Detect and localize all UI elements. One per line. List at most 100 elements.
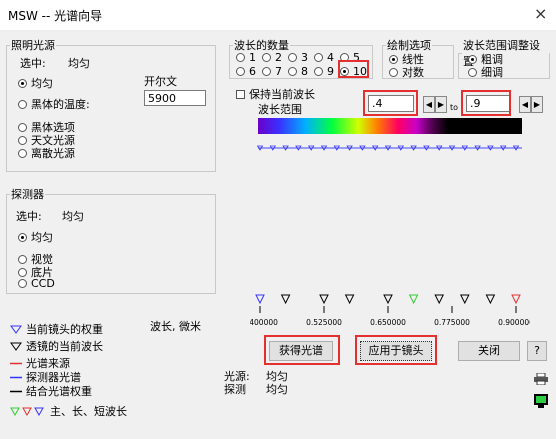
illumination-legend: 照明光源 [11,39,55,52]
radio-icon [18,79,27,88]
illum-option-discrete[interactable]: 离散光源 [18,145,75,161]
highlight-get-spectrum [264,335,340,365]
illum-option-blackbody[interactable]: 黑体的温度: [18,96,90,112]
illum-option-uniform[interactable]: 均匀 [18,75,53,91]
wavelength-legend-icon [10,341,22,354]
radio-icon [18,255,27,264]
radio-icon [262,67,271,76]
primary-long-short-legend-icon [10,406,46,419]
window-title: MSW -- 光谱向导 [8,9,103,23]
radio-icon [236,53,245,62]
range-from-right-arrow-icon[interactable]: ▶ [435,96,447,113]
illum-selected-label: 选中: [20,57,46,70]
wavelength-marker[interactable] [459,294,470,305]
highlight-range-to [461,90,511,116]
range-adjust-fine[interactable]: 细调 [468,64,503,80]
wavelength-count-option-9[interactable]: 9 [314,65,334,78]
x-tick-label: 0.400000 [250,318,278,327]
detector-legend: 探测器 [11,188,44,201]
wavelength-count-label: 2 [275,51,282,64]
x-tick-label: 0.900000 [498,318,530,327]
wavelength-count-label: 7 [275,65,282,78]
radio-icon [18,136,27,145]
radio-icon [314,53,323,62]
plot-option-log[interactable]: 对数 [389,64,424,80]
wavelength-marker[interactable] [383,294,393,305]
kelvin-input[interactable]: 5900 [144,90,206,106]
detector-selected-value: 均匀 [62,210,84,223]
range-to-label: to [450,103,459,112]
wavelength-count-option-6[interactable]: 6 [236,65,256,78]
status-detector-label: 探测 [224,383,246,396]
highlight-apply [355,335,437,365]
wavelength-count-label: 4 [327,51,334,64]
legend-item: 主、长、短波长 [10,403,127,419]
radio-icon [389,68,398,77]
close-icon[interactable]: × [534,4,547,23]
radio-icon [18,100,27,109]
monitor-icon[interactable] [534,394,548,408]
help-button[interactable]: ? [527,341,547,361]
legend-label: 当前镜头的权重 [26,323,103,336]
x-tick-label: 0.775000 [434,318,470,327]
kelvin-label: 开尔文 [144,75,177,88]
wavelength-marker[interactable] [485,294,496,305]
x-axis-label: 波长, 微米 [150,320,201,333]
wavelength-count-label: 6 [249,65,256,78]
wavelength-marker[interactable] [511,294,521,305]
highlight-range-from [363,90,418,116]
close-button[interactable]: 关闭 [458,341,520,361]
radio-icon [314,67,323,76]
lens-weight-legend-icon [10,324,22,337]
printer-icon[interactable] [534,373,548,385]
detector-option-uniform[interactable]: 均匀 [18,229,53,245]
legend-label: 结合光谱权重 [26,385,92,398]
legend-label: 透镜的当前波长 [26,340,103,353]
spectrum-color-bar [258,118,522,134]
radio-icon [288,67,297,76]
wavelength-count-label: 3 [301,51,308,64]
radio-icon [18,233,27,242]
status-detector-value: 均匀 [266,383,288,396]
wavelength-marker[interactable] [280,294,291,305]
radio-icon [18,268,27,277]
range-to-left-arrow-icon[interactable]: ◀ [519,96,531,113]
wavelength-count-option-8[interactable]: 8 [288,65,308,78]
x-tick-label: 0.650000 [370,318,406,327]
detector-option-ccd[interactable]: CCD [18,277,55,290]
radio-icon [18,123,27,132]
wavelength-marker[interactable] [255,294,265,305]
radio-icon [18,149,27,158]
keep-current-checkbox[interactable]: 保持当前波长 [236,86,315,102]
wavelength-count-option-4[interactable]: 4 [314,51,334,64]
range-to-right-arrow-icon[interactable]: ▶ [531,96,543,113]
wavelength-count-option-3[interactable]: 3 [288,51,308,64]
wavelength-marker[interactable] [319,294,329,305]
radio-icon [288,53,297,62]
radio-icon [236,67,245,76]
spectrum-plot: 0.400000 0.525000 0.650000 0.775000 0.900000 [250,118,530,327]
radio-icon [389,55,398,64]
wavelength-count-label: 8 [301,65,308,78]
legend-item: 透镜的当前波长 [10,338,103,354]
wavelength-marker[interactable] [408,294,419,305]
wavelength-marker[interactable] [344,294,355,305]
wavelength-count-option-2[interactable]: 2 [262,51,282,64]
illum-selected-value: 均匀 [68,57,90,70]
detector-selected-label: 选中: [16,210,42,223]
x-tick-label: 0.525000 [306,318,342,327]
legend-label: 主、长、短波长 [50,405,127,418]
wavelength-marker[interactable] [434,294,445,305]
radio-icon [468,55,477,64]
wavelength-count-option-7[interactable]: 7 [262,65,282,78]
legend-item: 当前镜头的权重 [10,321,103,337]
radio-icon [468,68,477,77]
highlight-count-10 [338,60,369,78]
radio-icon [262,53,271,62]
wavelength-count-option-1[interactable]: 1 [236,51,256,64]
range-from-left-arrow-icon[interactable]: ◀ [423,96,435,113]
radio-icon [18,279,27,288]
legend-item: 结合光谱权重 [10,383,92,399]
checkbox-icon [236,90,245,99]
wavelength-count-label: 1 [249,51,256,64]
